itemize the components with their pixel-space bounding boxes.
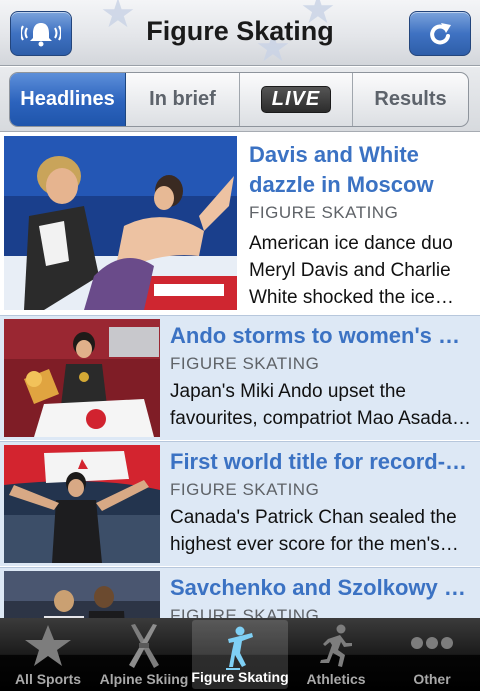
navigation-bar: ★ ★ ★ Figure Skating [0, 0, 480, 66]
tab-alpine-skiing[interactable]: Alpine Skiing [96, 618, 192, 691]
article-headline: First world title for record-breaking Ch… [170, 449, 474, 474]
article-summary: Japan's Miki Ando upset the favourites, … [170, 381, 452, 429]
skater-with-canada-flag-photo [4, 445, 160, 563]
article-headline: Savchenko and Szolkowy win pairs [170, 575, 474, 600]
skater-with-flag-photo [4, 319, 160, 437]
segmented-control: Headlines In brief LIVE Results [9, 72, 469, 127]
news-item[interactable]: First world title for record-breaking Ch… [0, 441, 480, 566]
news-item-featured[interactable]: Davis and White dazzle in Moscow FIGURE … [0, 133, 480, 313]
article-summary: Canada's Patrick Chan sealed the highest… [170, 507, 457, 555]
figure-skater-icon [226, 626, 253, 670]
tab-label: Alpine Skiing [99, 671, 189, 687]
segment-label: In brief [149, 88, 216, 110]
article-summary: American ice dance duo Meryl Davis and C… [249, 233, 453, 308]
skis-icon [129, 624, 159, 668]
article-headline: Ando storms to women's world title [170, 323, 474, 348]
tab-label: Athletics [306, 671, 366, 687]
article-category: FIGURE SKATING [170, 354, 320, 373]
tab-all-sports[interactable]: All Sports [0, 618, 96, 691]
segment-headlines[interactable]: Headlines [10, 73, 126, 126]
pairs-skaters-photo [4, 571, 160, 618]
tab-label: All Sports [14, 671, 82, 687]
article-headline: Davis and White dazzle in Moscow [249, 142, 434, 197]
segment-live[interactable]: LIVE [240, 73, 353, 126]
segment-results[interactable]: Results [353, 73, 468, 126]
star-icon [25, 625, 71, 666]
page-title: Figure Skating [146, 16, 334, 46]
article-category: FIGURE SKATING [249, 203, 399, 222]
news-list: Davis and White dazzle in Moscow FIGURE … [0, 133, 480, 618]
tab-label: Figure Skating [191, 669, 289, 685]
news-item[interactable]: Ando storms to women's world title FIGUR… [0, 315, 480, 440]
more-dots-icon [411, 637, 453, 649]
ice-dance-photo [4, 136, 237, 310]
tab-athletics[interactable]: Athletics [288, 618, 384, 691]
tab-other[interactable]: Other [384, 618, 480, 691]
refresh-icon [430, 22, 451, 44]
segment-label: Results [374, 88, 447, 110]
tab-bar: All Sports Alpine Skiing Figure Skating … [0, 618, 480, 691]
article-category: FIGURE SKATING [170, 480, 320, 499]
article-category: FIGURE SKATING [170, 606, 320, 618]
runner-icon [320, 624, 352, 667]
tab-label: Other [413, 671, 451, 687]
tab-figure-skating[interactable]: Figure Skating [191, 620, 289, 689]
segment-in-brief[interactable]: In brief [126, 73, 240, 126]
live-badge: LIVE [260, 86, 332, 113]
refresh-button[interactable] [409, 11, 471, 56]
segment-bar: Headlines In brief LIVE Results [0, 67, 480, 132]
news-item[interactable]: Savchenko and Szolkowy win pairs FIGURE … [0, 567, 480, 618]
segment-label: Headlines [20, 88, 115, 110]
